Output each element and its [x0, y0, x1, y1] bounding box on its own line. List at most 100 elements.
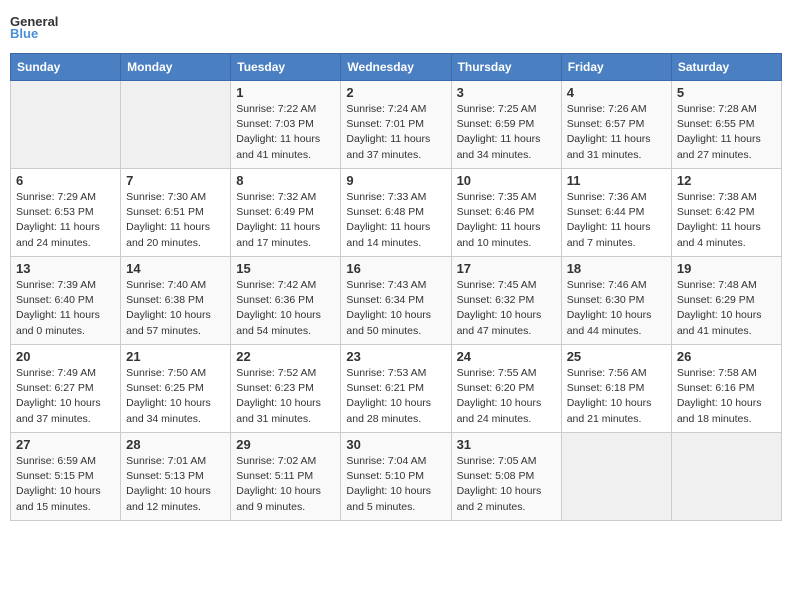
calendar-cell: 21 Sunrise: 7:50 AMSunset: 6:25 PMDayligh… — [121, 345, 231, 433]
day-number: 20 — [16, 349, 115, 364]
day-number: 13 — [16, 261, 115, 276]
day-info: Sunrise: 7:43 AMSunset: 6:34 PMDaylight:… — [346, 278, 445, 339]
calendar-cell: 10 Sunrise: 7:35 AMSunset: 6:46 PMDayligh… — [451, 169, 561, 257]
calendar-cell: 20 Sunrise: 7:49 AMSunset: 6:27 PMDayligh… — [11, 345, 121, 433]
day-number: 8 — [236, 173, 335, 188]
page-header: General Blue — [10, 10, 782, 45]
day-info: Sunrise: 7:02 AMSunset: 5:11 PMDaylight:… — [236, 454, 335, 515]
calendar-cell: 5 Sunrise: 7:28 AMSunset: 6:55 PMDaylight… — [671, 81, 781, 169]
calendar-cell: 9 Sunrise: 7:33 AMSunset: 6:48 PMDaylight… — [341, 169, 451, 257]
day-number: 16 — [346, 261, 445, 276]
day-info: Sunrise: 7:39 AMSunset: 6:40 PMDaylight:… — [16, 278, 115, 339]
logo: General Blue — [10, 10, 80, 45]
day-number: 12 — [677, 173, 776, 188]
calendar-cell: 13 Sunrise: 7:39 AMSunset: 6:40 PMDayligh… — [11, 257, 121, 345]
calendar-cell: 24 Sunrise: 7:55 AMSunset: 6:20 PMDayligh… — [451, 345, 561, 433]
day-header-saturday: Saturday — [671, 54, 781, 81]
day-header-friday: Friday — [561, 54, 671, 81]
day-info: Sunrise: 7:45 AMSunset: 6:32 PMDaylight:… — [457, 278, 556, 339]
day-number: 5 — [677, 85, 776, 100]
day-number: 22 — [236, 349, 335, 364]
day-number: 21 — [126, 349, 225, 364]
logo-icon: General Blue — [10, 10, 80, 45]
day-info: Sunrise: 7:50 AMSunset: 6:25 PMDaylight:… — [126, 366, 225, 427]
day-info: Sunrise: 7:30 AMSunset: 6:51 PMDaylight:… — [126, 190, 225, 251]
calendar-cell: 2 Sunrise: 7:24 AMSunset: 7:01 PMDaylight… — [341, 81, 451, 169]
day-header-monday: Monday — [121, 54, 231, 81]
day-info: Sunrise: 6:59 AMSunset: 5:15 PMDaylight:… — [16, 454, 115, 515]
day-info: Sunrise: 7:01 AMSunset: 5:13 PMDaylight:… — [126, 454, 225, 515]
calendar-cell: 4 Sunrise: 7:26 AMSunset: 6:57 PMDaylight… — [561, 81, 671, 169]
day-info: Sunrise: 7:05 AMSunset: 5:08 PMDaylight:… — [457, 454, 556, 515]
day-info: Sunrise: 7:28 AMSunset: 6:55 PMDaylight:… — [677, 102, 776, 163]
day-number: 2 — [346, 85, 445, 100]
day-number: 7 — [126, 173, 225, 188]
day-info: Sunrise: 7:22 AMSunset: 7:03 PMDaylight:… — [236, 102, 335, 163]
calendar-cell: 31 Sunrise: 7:05 AMSunset: 5:08 PMDayligh… — [451, 433, 561, 521]
day-info: Sunrise: 7:48 AMSunset: 6:29 PMDaylight:… — [677, 278, 776, 339]
calendar-header-row: SundayMondayTuesdayWednesdayThursdayFrid… — [11, 54, 782, 81]
day-info: Sunrise: 7:55 AMSunset: 6:20 PMDaylight:… — [457, 366, 556, 427]
calendar-week-row: 27Sunrise: 6:59 AMSunset: 5:15 PMDayligh… — [11, 433, 782, 521]
day-number: 10 — [457, 173, 556, 188]
calendar-week-row: 13 Sunrise: 7:39 AMSunset: 6:40 PMDayligh… — [11, 257, 782, 345]
day-info: Sunrise: 7:40 AMSunset: 6:38 PMDaylight:… — [126, 278, 225, 339]
day-number: 31 — [457, 437, 556, 452]
day-info: Sunrise: 7:56 AMSunset: 6:18 PMDaylight:… — [567, 366, 666, 427]
day-number: 28 — [126, 437, 225, 452]
day-info: Sunrise: 7:26 AMSunset: 6:57 PMDaylight:… — [567, 102, 666, 163]
day-number: 11 — [567, 173, 666, 188]
calendar-cell: 6 Sunrise: 7:29 AMSunset: 6:53 PMDaylight… — [11, 169, 121, 257]
day-number: 30 — [346, 437, 445, 452]
day-info: Sunrise: 7:52 AMSunset: 6:23 PMDaylight:… — [236, 366, 335, 427]
day-info: Sunrise: 7:33 AMSunset: 6:48 PMDaylight:… — [346, 190, 445, 251]
calendar-cell: 16 Sunrise: 7:43 AMSunset: 6:34 PMDayligh… — [341, 257, 451, 345]
day-info: Sunrise: 7:36 AMSunset: 6:44 PMDaylight:… — [567, 190, 666, 251]
day-header-thursday: Thursday — [451, 54, 561, 81]
calendar-cell: 19 Sunrise: 7:48 AMSunset: 6:29 PMDayligh… — [671, 257, 781, 345]
day-number: 1 — [236, 85, 335, 100]
calendar-cell: 15Sunrise: 7:42 AMSunset: 6:36 PMDayligh… — [231, 257, 341, 345]
calendar-cell: 22 Sunrise: 7:52 AMSunset: 6:23 PMDayligh… — [231, 345, 341, 433]
day-number: 6 — [16, 173, 115, 188]
day-info: Sunrise: 7:53 AMSunset: 6:21 PMDaylight:… — [346, 366, 445, 427]
calendar-cell: 8 Sunrise: 7:32 AMSunset: 6:49 PMDaylight… — [231, 169, 341, 257]
day-number: 9 — [346, 173, 445, 188]
calendar-cell — [671, 433, 781, 521]
day-info: Sunrise: 7:29 AMSunset: 6:53 PMDaylight:… — [16, 190, 115, 251]
day-info: Sunrise: 7:35 AMSunset: 6:46 PMDaylight:… — [457, 190, 556, 251]
calendar-week-row: 1 Sunrise: 7:22 AMSunset: 7:03 PMDaylight… — [11, 81, 782, 169]
calendar-cell: 1 Sunrise: 7:22 AMSunset: 7:03 PMDaylight… — [231, 81, 341, 169]
calendar-cell: 14Sunrise: 7:40 AMSunset: 6:38 PMDayligh… — [121, 257, 231, 345]
calendar-cell: 17 Sunrise: 7:45 AMSunset: 6:32 PMDayligh… — [451, 257, 561, 345]
calendar-cell: 27Sunrise: 6:59 AMSunset: 5:15 PMDayligh… — [11, 433, 121, 521]
calendar-cell: 23Sunrise: 7:53 AMSunset: 6:21 PMDayligh… — [341, 345, 451, 433]
calendar-week-row: 20 Sunrise: 7:49 AMSunset: 6:27 PMDayligh… — [11, 345, 782, 433]
calendar-cell — [561, 433, 671, 521]
day-number: 19 — [677, 261, 776, 276]
calendar-table: SundayMondayTuesdayWednesdayThursdayFrid… — [10, 53, 782, 521]
calendar-cell: 29Sunrise: 7:02 AMSunset: 5:11 PMDayligh… — [231, 433, 341, 521]
calendar-cell: 25Sunrise: 7:56 AMSunset: 6:18 PMDayligh… — [561, 345, 671, 433]
calendar-cell: 11 Sunrise: 7:36 AMSunset: 6:44 PMDayligh… — [561, 169, 671, 257]
day-info: Sunrise: 7:58 AMSunset: 6:16 PMDaylight:… — [677, 366, 776, 427]
calendar-cell: 3 Sunrise: 7:25 AMSunset: 6:59 PMDaylight… — [451, 81, 561, 169]
day-header-sunday: Sunday — [11, 54, 121, 81]
calendar-cell — [121, 81, 231, 169]
day-number: 17 — [457, 261, 556, 276]
calendar-week-row: 6 Sunrise: 7:29 AMSunset: 6:53 PMDaylight… — [11, 169, 782, 257]
day-header-wednesday: Wednesday — [341, 54, 451, 81]
day-number: 24 — [457, 349, 556, 364]
day-header-tuesday: Tuesday — [231, 54, 341, 81]
day-info: Sunrise: 7:04 AMSunset: 5:10 PMDaylight:… — [346, 454, 445, 515]
day-info: Sunrise: 7:24 AMSunset: 7:01 PMDaylight:… — [346, 102, 445, 163]
day-number: 3 — [457, 85, 556, 100]
svg-text:Blue: Blue — [10, 26, 38, 41]
calendar-cell: 30 Sunrise: 7:04 AMSunset: 5:10 PMDayligh… — [341, 433, 451, 521]
day-info: Sunrise: 7:25 AMSunset: 6:59 PMDaylight:… — [457, 102, 556, 163]
day-info: Sunrise: 7:38 AMSunset: 6:42 PMDaylight:… — [677, 190, 776, 251]
day-number: 4 — [567, 85, 666, 100]
day-info: Sunrise: 7:49 AMSunset: 6:27 PMDaylight:… — [16, 366, 115, 427]
day-info: Sunrise: 7:32 AMSunset: 6:49 PMDaylight:… — [236, 190, 335, 251]
day-number: 15 — [236, 261, 335, 276]
